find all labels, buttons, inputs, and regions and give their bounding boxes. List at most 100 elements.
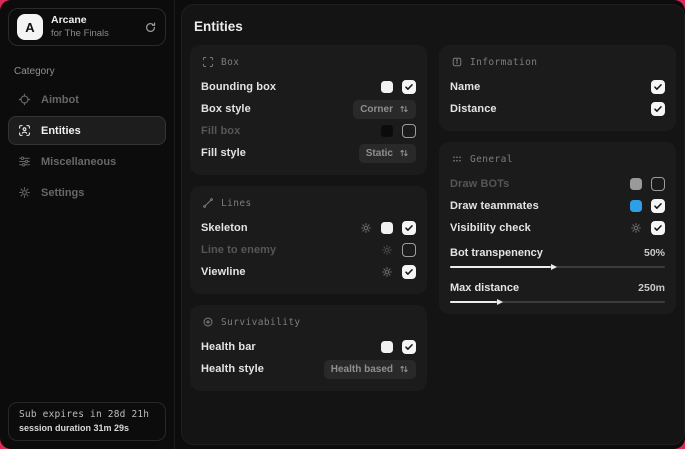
setting-label: Bounding box: [201, 81, 276, 93]
setting-row-draw-teammates: Draw teammates: [450, 195, 665, 217]
setting-row-line-to-enemy: Line to enemy: [201, 239, 416, 261]
card-survivability: Survivability Health bar Health style: [190, 305, 427, 391]
sub-expiry-text: Sub expires in 28d 21h: [19, 409, 155, 420]
app-header-card: A Arcane for The Finals: [8, 8, 166, 46]
slider-track[interactable]: [450, 301, 665, 303]
grid-dots-icon: [451, 153, 463, 165]
updown-arrows-icon: [399, 104, 409, 114]
sidebar-item-aimbot[interactable]: Aimbot: [8, 85, 166, 114]
setting-label: Fill box: [201, 125, 240, 137]
setting-row-distance: Distance: [450, 98, 665, 120]
sidebar-item-miscellaneous[interactable]: Miscellaneous: [8, 147, 166, 176]
checkbox[interactable]: [651, 221, 665, 235]
setting-label: Visibility check: [450, 222, 531, 234]
page-title: Entities: [194, 19, 676, 34]
slider-thumb[interactable]: [497, 299, 503, 305]
sidebar: A Arcane for The Finals Category Aimbot: [0, 0, 175, 449]
main-panel: Entities Box Bounding box: [181, 4, 685, 445]
sidebar-item-label: Miscellaneous: [41, 156, 116, 168]
card-information-header: Information: [451, 56, 665, 68]
setting-label: Draw BOTs: [450, 178, 509, 190]
info-icon: [451, 56, 463, 68]
sidebar-item-label: Entities: [41, 125, 81, 137]
card-lines: Lines Skeleton: [190, 186, 427, 294]
checkbox[interactable]: [402, 340, 416, 354]
slider-label: Bot transpenency: [450, 247, 543, 259]
sidebar-item-label: Aimbot: [41, 94, 79, 106]
checkbox[interactable]: [402, 221, 416, 235]
setting-label: Health bar: [201, 341, 256, 353]
slider-fill: [450, 301, 497, 303]
color-swatch[interactable]: [381, 125, 393, 137]
check-icon: [653, 82, 663, 92]
setting-label: Viewline: [201, 266, 246, 278]
setting-row-viewline: Viewline: [201, 261, 416, 283]
sidebar-item-entities[interactable]: Entities: [8, 116, 166, 145]
app-window: A Arcane for The Finals Category Aimbot: [0, 0, 685, 449]
card-box: Box Bounding box Box style: [190, 45, 427, 175]
checkbox[interactable]: [651, 177, 665, 191]
setting-row-skeleton: Skeleton: [201, 217, 416, 239]
gear-icon: [18, 186, 31, 199]
slider-max-distance: Max distance 250m: [450, 279, 665, 303]
slider-bot-transparency: Bot transpenency 50%: [450, 244, 665, 268]
sidebar-item-label: Settings: [41, 187, 84, 199]
health-style-select[interactable]: Health based: [324, 360, 416, 379]
fill-style-select[interactable]: Static: [359, 144, 416, 163]
updown-arrows-icon: [399, 364, 409, 374]
card-general: General Draw BOTs Draw teammates: [439, 142, 676, 314]
checkbox[interactable]: [651, 102, 665, 116]
column-left: Box Bounding box Box style: [190, 45, 427, 391]
slider-fill: [450, 266, 551, 268]
slider-value: 250m: [638, 282, 665, 294]
color-swatch[interactable]: [381, 81, 393, 93]
checkbox[interactable]: [402, 243, 416, 257]
checkbox[interactable]: [402, 124, 416, 138]
app-title-block: Arcane for The Finals: [51, 14, 109, 40]
setting-row-name: Name: [450, 76, 665, 98]
setting-label: Line to enemy: [201, 244, 276, 256]
setting-label: Skeleton: [201, 222, 248, 234]
box-style-select[interactable]: Corner: [353, 100, 416, 119]
checkbox[interactable]: [651, 199, 665, 213]
setting-row-fill-box: Fill box: [201, 120, 416, 142]
check-icon: [653, 104, 663, 114]
slider-thumb[interactable]: [551, 264, 557, 270]
check-icon: [404, 223, 414, 233]
crosshair-icon: [18, 93, 31, 106]
setting-label: Fill style: [201, 147, 246, 159]
setting-row-visibility-check: Visibility check: [450, 217, 665, 239]
check-icon: [404, 267, 414, 277]
checkbox[interactable]: [402, 80, 416, 94]
card-general-header: General: [451, 153, 665, 165]
setting-row-health-bar: Health bar: [201, 336, 416, 358]
subscription-info-card: Sub expires in 28d 21h session duration …: [8, 402, 166, 441]
check-icon: [653, 223, 663, 233]
setting-row-draw-bots: Draw BOTs: [450, 173, 665, 195]
box-corners-icon: [202, 56, 214, 68]
slider-track[interactable]: [450, 266, 665, 268]
select-value: Corner: [360, 104, 393, 115]
check-icon: [404, 82, 414, 92]
color-swatch[interactable]: [381, 341, 393, 353]
color-swatch[interactable]: [630, 178, 642, 190]
sidebar-item-settings[interactable]: Settings: [8, 178, 166, 207]
setting-row-health-style: Health style Health based: [201, 358, 416, 380]
setting-label: Box style: [201, 103, 251, 115]
gear-icon[interactable]: [360, 222, 372, 234]
refresh-icon[interactable]: [144, 21, 157, 34]
gear-icon[interactable]: [630, 222, 642, 234]
gear-icon[interactable]: [381, 266, 393, 278]
checkbox[interactable]: [651, 80, 665, 94]
sliders-icon: [18, 155, 31, 168]
card-information: Information Name Distance: [439, 45, 676, 131]
color-swatch[interactable]: [630, 200, 642, 212]
avatar: A: [17, 14, 43, 40]
setting-label: Name: [450, 81, 480, 93]
slider-label: Max distance: [450, 282, 519, 294]
slider-value: 50%: [644, 247, 665, 259]
color-swatch[interactable]: [381, 222, 393, 234]
gear-icon[interactable]: [381, 244, 393, 256]
checkbox[interactable]: [402, 265, 416, 279]
setting-row-bounding-box: Bounding box: [201, 76, 416, 98]
